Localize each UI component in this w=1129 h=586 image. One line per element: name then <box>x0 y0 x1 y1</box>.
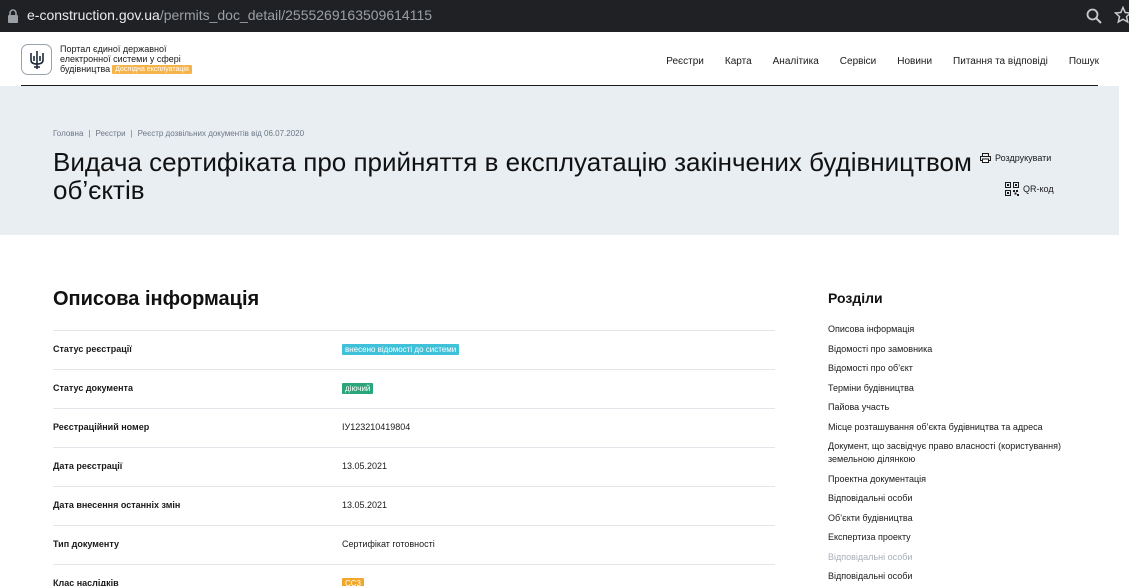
breadcrumb-permit-registry[interactable]: Реєстр дозвільних документів від 06.07.2… <box>138 129 304 138</box>
qr-code-icon <box>1005 182 1019 196</box>
info-label: Дата реєстрації <box>53 461 123 471</box>
info-row-document-type: Тип документу Сертифікат готовності <box>53 525 775 564</box>
portal-name-line2: електронної системи у сфері <box>60 54 181 64</box>
hero-band: Головна | Реєстри | Реєстр дозвільних докуме… <box>0 86 1119 235</box>
toc-title: Розділи <box>828 290 883 306</box>
toc-item[interactable]: Відомості про замовника <box>828 343 1078 356</box>
info-row-registration-date: Дата реєстрації 13.05.2021 <box>53 447 775 486</box>
toc-item[interactable]: Експертиза проекту <box>828 531 1078 544</box>
toc-item[interactable]: Відповідальні особи <box>828 492 1078 505</box>
info-label: Тип документу <box>53 539 119 549</box>
info-value-cell: СС3 <box>342 578 365 586</box>
print-button[interactable]: Роздрукувати <box>980 153 1051 163</box>
info-label: Реєстраційний номер <box>53 422 150 432</box>
toc-item[interactable]: Відомості про об’єкт <box>828 362 1078 375</box>
toc-item[interactable]: Місце розташування об’єкта будівництва т… <box>828 421 1078 434</box>
class-badge: СС3 <box>342 578 365 586</box>
status-badge: діючий <box>342 383 374 394</box>
nav-registries[interactable]: Реєстри <box>666 56 704 67</box>
nav-faq[interactable]: Питання та відповіді <box>953 56 1048 67</box>
info-label: Дата внесення останніх змін <box>53 500 181 510</box>
portal-name[interactable]: Портал єдиної державної електронної сист… <box>60 44 220 74</box>
info-value-cell: діючий <box>342 383 374 394</box>
toc-item[interactable]: Відповідальні особи <box>828 570 1078 583</box>
beta-badge: Дослідна експлуатація <box>112 65 192 74</box>
nav-map[interactable]: Карта <box>725 56 752 67</box>
toc-item[interactable]: Відповідальні особи <box>828 551 1078 564</box>
trident-logo-icon[interactable] <box>21 44 52 75</box>
info-value: 13.05.2021 <box>342 500 388 510</box>
info-row-last-change-date: Дата внесення останніх змін 13.05.2021 <box>53 486 775 525</box>
info-value: 13.05.2021 <box>342 461 388 471</box>
main-nav: Реєстри Карта Аналітика Сервіси Новини П… <box>645 56 1099 67</box>
lock-icon <box>8 9 18 23</box>
url-path: /permits_doc_detail/2555269163509614115 <box>159 7 433 23</box>
info-value-cell: внесено відомості до системи <box>342 344 460 355</box>
info-row-consequence-class: Клас наслідків СС3 <box>53 564 775 586</box>
url-field[interactable]: e-construction.gov.ua/permits_doc_detail… <box>27 7 432 23</box>
nav-news[interactable]: Новини <box>897 56 932 67</box>
portal-name-line1: Портал єдиної державної <box>60 44 167 54</box>
bookmark-star-icon[interactable] <box>1114 6 1129 24</box>
toc-list: Описова інформація Відомості про замовни… <box>828 323 1078 586</box>
info-label: Клас наслідків <box>53 578 119 586</box>
nav-services[interactable]: Сервіси <box>840 56 876 67</box>
breadcrumb-registries[interactable]: Реєстри <box>95 129 125 138</box>
info-row-registration-status: Статус реєстрації внесено відомості до с… <box>53 330 775 369</box>
info-label: Статус документа <box>53 383 133 393</box>
info-table: Статус реєстрації внесено відомості до с… <box>53 330 775 586</box>
portal-name-line3: будівництва <box>60 64 111 74</box>
print-label: Роздрукувати <box>995 153 1052 163</box>
qr-code-label: QR-код <box>1023 184 1054 194</box>
toc-item[interactable]: Документ, що засвідчує право власності (… <box>828 440 1078 466</box>
info-value: Сертифікат готовності <box>342 539 435 549</box>
info-value: ІУ123210419804 <box>342 422 411 432</box>
status-badge: внесено відомості до системи <box>342 344 460 355</box>
breadcrumb-home[interactable]: Головна <box>53 129 83 138</box>
breadcrumb-separator: | <box>88 129 91 138</box>
qr-code-button[interactable]: QR-код <box>1005 182 1054 196</box>
toc-item[interactable]: Пайова участь <box>828 401 1078 414</box>
breadcrumb-separator: | <box>130 129 133 138</box>
printer-icon <box>980 153 991 163</box>
nav-search[interactable]: Пошук <box>1069 56 1099 67</box>
page-title: Видача сертифіката про прийняття в експл… <box>53 147 972 205</box>
site-header: Портал єдиної державної електронної сист… <box>0 32 1129 87</box>
url-host: e-construction.gov.ua <box>27 7 160 23</box>
toc-item[interactable]: Об’єкти будівництва <box>828 512 1078 525</box>
info-row-document-status: Статус документа діючий <box>53 369 775 408</box>
breadcrumb: Головна | Реєстри | Реєстр дозвільних докуме… <box>53 129 304 138</box>
info-label: Статус реєстрації <box>53 344 132 354</box>
info-row-registration-number: Реєстраційний номер ІУ123210419804 <box>53 408 775 447</box>
nav-analytics[interactable]: Аналітика <box>773 56 819 67</box>
toc-item[interactable]: Описова інформація <box>828 323 1078 336</box>
zoom-icon[interactable] <box>1085 7 1103 25</box>
toc-item[interactable]: Проектна документація <box>828 473 1078 486</box>
section-title: Описова інформація <box>53 288 260 310</box>
browser-address-bar: e-construction.gov.ua/permits_doc_detail… <box>0 0 1129 32</box>
toc-item[interactable]: Терміни будівництва <box>828 382 1078 395</box>
